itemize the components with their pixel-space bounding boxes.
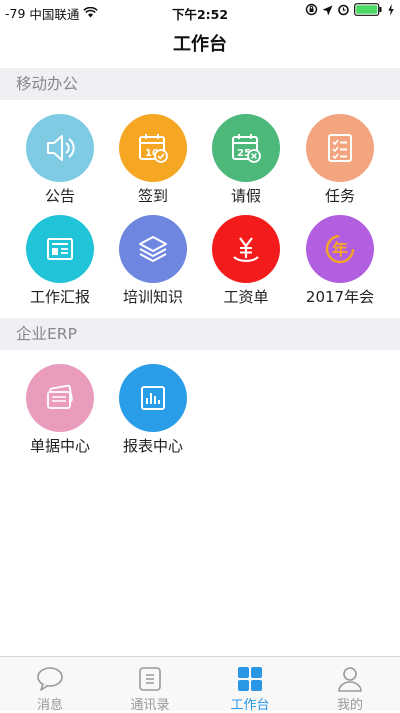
grid-item-label: 签到 [137,187,168,205]
svg-text:年: 年 [332,240,348,259]
tab-bar: 消息 通讯录 工作台 我的 [0,656,400,713]
grid-item-annual-meeting[interactable]: 年 2017年会 [290,215,390,306]
speaker-icon [26,114,94,182]
battery-icon [354,3,384,19]
yen-icon [212,215,280,283]
grid-item-announcement[interactable]: 公告 [10,114,110,205]
section-header-enterprise-erp: 企业ERP [0,318,400,350]
documents-icon [26,364,94,432]
profile-icon [300,665,400,693]
workbench-grid-icon [200,665,300,693]
grid-item-label: 任务 [324,187,355,205]
calendar-check-icon: 10 [119,114,187,182]
grid-item-work-report[interactable]: 工作汇报 [10,215,110,306]
navigation-bar: 工作台 [0,22,400,68]
grid-item-label: 培训知识 [122,288,183,306]
section-title: 企业ERP [16,325,77,343]
page-title: 工作台 [173,34,227,55]
grid-item-label: 工作汇报 [29,288,90,306]
grid-item-label: 公告 [44,187,75,205]
grid-item-label: 2017年会 [305,288,375,306]
tab-label: 工作台 [230,698,270,713]
grid-item-check-in[interactable]: 10 签到 [103,114,203,205]
tab-profile[interactable]: 我的 [300,657,400,713]
tab-workbench[interactable]: 工作台 [200,657,300,713]
status-bar: -79 中国联通 下午2:52 [0,0,400,22]
tab-contacts[interactable]: 通讯录 [100,657,200,713]
layers-icon [119,215,187,283]
report-card-icon [26,215,94,283]
grid-item-document-center[interactable]: 单据中心 [10,364,110,455]
tab-label: 我的 [336,698,363,713]
tab-messages[interactable]: 消息 [0,657,100,713]
tab-label: 通讯录 [130,698,170,713]
grid-item-task[interactable]: 任务 [290,114,390,205]
annual-meeting-icon: 年 [306,215,374,283]
grid-item-label: 单据中心 [29,437,90,455]
grid-item-training[interactable]: 培训知识 [103,215,203,306]
section-title: 移动办公 [16,75,79,93]
grid-item-label: 报表中心 [122,437,183,455]
grid-item-leave[interactable]: 25 请假 [196,114,296,205]
grid-item-label: 请假 [230,187,261,205]
tab-label: 消息 [36,698,63,713]
grid-item-report-center[interactable]: 报表中心 [103,364,203,455]
location-icon [322,4,333,19]
contacts-book-icon [100,665,200,693]
alarm-icon [337,3,350,19]
bar-chart-icon [119,364,187,432]
rotation-lock-icon [305,3,318,19]
grid-item-payslip[interactable]: 工资单 [196,215,296,306]
section-header-mobile-office: 移动办公 [0,68,400,100]
charging-icon [388,3,394,19]
grid-item-label: 工资单 [223,288,269,306]
message-bubble-icon [0,665,100,693]
calendar-cancel-icon: 25 [212,114,280,182]
checklist-icon [306,114,374,182]
